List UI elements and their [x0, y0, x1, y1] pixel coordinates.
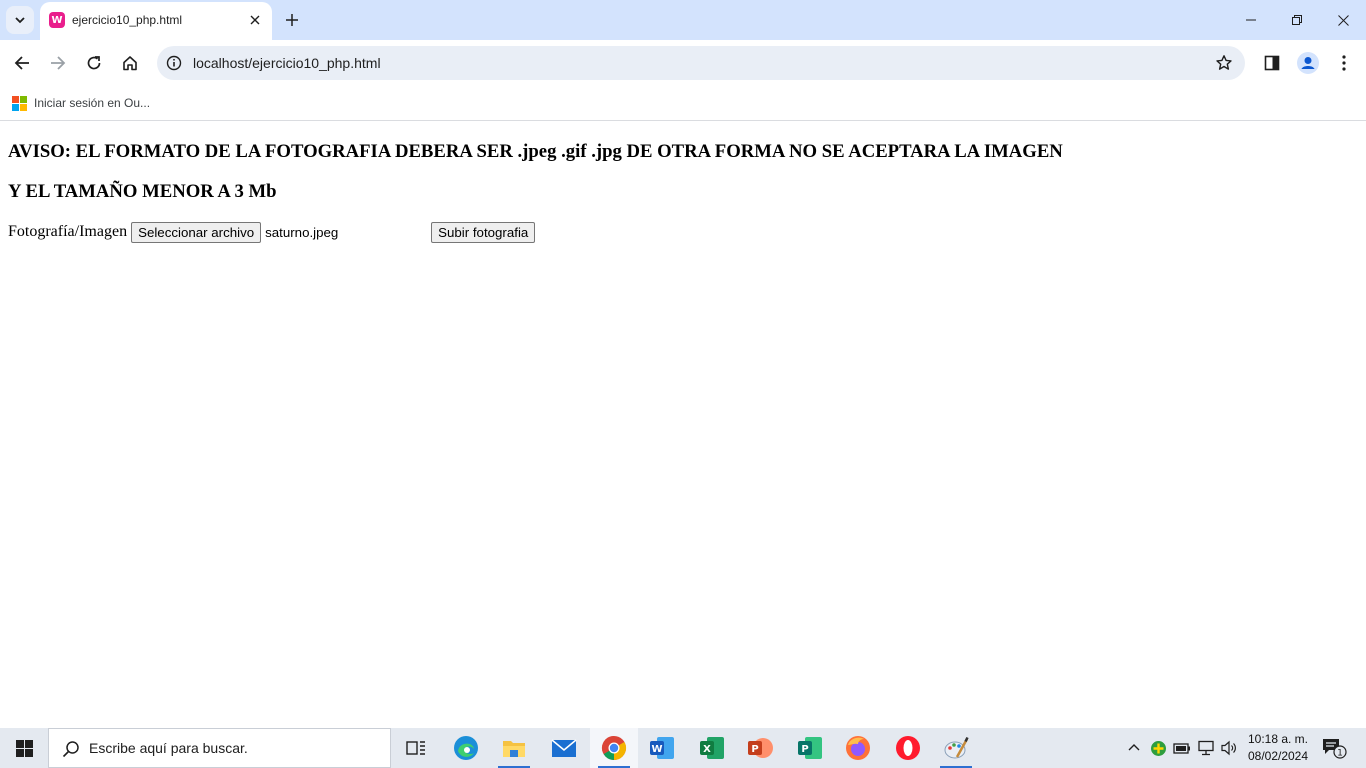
- tab-search-button[interactable]: [6, 6, 34, 34]
- word-app[interactable]: W: [638, 728, 686, 768]
- clock-date: 08/02/2024: [1247, 749, 1309, 763]
- chevron-down-icon: [15, 17, 25, 24]
- task-view-button[interactable]: [392, 728, 440, 768]
- site-info-icon[interactable]: [165, 54, 183, 72]
- home-button[interactable]: [116, 49, 144, 77]
- windows-taskbar: Escribe aquí para buscar. W X P P 10:18 …: [0, 728, 1366, 768]
- reload-icon: [87, 56, 101, 70]
- format-notice: AVISO: EL FORMATO DE LA FOTOGRAFIA DEBER…: [8, 141, 1063, 162]
- bookmark-star-icon[interactable]: [1215, 54, 1233, 72]
- excel-app[interactable]: X: [688, 728, 736, 768]
- search-placeholder: Escribe aquí para buscar.: [89, 740, 248, 756]
- minimize-button[interactable]: [1228, 0, 1274, 40]
- powerpoint-icon: P: [748, 738, 773, 758]
- speaker-icon: [1221, 740, 1236, 756]
- network-icon: [1198, 740, 1214, 756]
- tab-close-button[interactable]: [246, 11, 264, 29]
- arrow-right-icon: [51, 56, 66, 70]
- excel-icon: X: [700, 737, 724, 759]
- clock-time: 10:18 a. m.: [1247, 732, 1309, 746]
- avatar-icon: [1297, 52, 1319, 74]
- svg-text:P: P: [751, 744, 758, 755]
- battery-button[interactable]: [1172, 738, 1192, 758]
- arrow-left-icon: [14, 56, 29, 70]
- back-button[interactable]: [8, 49, 36, 77]
- firefox-icon: [846, 736, 870, 760]
- opera-app[interactable]: [884, 728, 932, 768]
- word-icon: W: [650, 737, 674, 759]
- publisher-icon: P: [798, 737, 822, 759]
- size-notice: Y EL TAMAÑO MENOR A 3 Mb: [8, 181, 277, 202]
- svg-text:P: P: [801, 744, 808, 755]
- windows-logo-icon: [15, 739, 33, 757]
- upload-photo-button[interactable]: Subir fotografia: [431, 221, 536, 243]
- mail-app[interactable]: [540, 728, 588, 768]
- close-icon: [250, 15, 260, 25]
- plus-icon: [286, 14, 298, 26]
- taskbar-search-box[interactable]: Escribe aquí para buscar.: [48, 728, 391, 768]
- network-button[interactable]: [1196, 738, 1216, 758]
- tray-overflow-button[interactable]: [1124, 738, 1144, 758]
- selected-file-name: saturno.jpeg: [265, 224, 339, 240]
- tray-app-button[interactable]: [1148, 738, 1168, 758]
- system-clock[interactable]: 10:18 a. m. 08/02/2024: [1240, 731, 1316, 765]
- edge-app[interactable]: [442, 728, 490, 768]
- notification-center-button[interactable]: 1: [1320, 736, 1348, 760]
- notification-icon: 1: [1323, 739, 1347, 759]
- chevron-up-icon: [1128, 744, 1140, 751]
- side-panel-icon: [1264, 55, 1280, 71]
- chrome-app[interactable]: [590, 728, 638, 768]
- side-panel-button[interactable]: [1258, 49, 1286, 77]
- opera-icon: [896, 736, 920, 760]
- microsoft-logo-icon: [12, 95, 27, 111]
- volume-button[interactable]: [1219, 738, 1239, 758]
- svg-text:W: W: [651, 744, 662, 755]
- page-content: AVISO: EL FORMATO DE LA FOTOGRAFIA DEBER…: [0, 121, 1366, 728]
- bookmark-label: Iniciar sesión en Ou...: [34, 96, 151, 110]
- paint-icon: [944, 736, 969, 759]
- upload-form: Fotografía/Imagen Seleccionar archivo sa…: [8, 221, 536, 243]
- menu-button[interactable]: [1330, 49, 1358, 77]
- tab-strip: W ejercicio10_php.html: [0, 0, 1366, 40]
- wamp-favicon-icon: W: [49, 12, 65, 28]
- chrome-icon: [601, 736, 627, 760]
- home-icon: [123, 56, 137, 71]
- restore-button[interactable]: [1274, 0, 1320, 40]
- profile-button[interactable]: [1294, 49, 1322, 77]
- address-bar[interactable]: localhost/ejercicio10_php.html: [157, 46, 1245, 80]
- browser-tab[interactable]: W ejercicio10_php.html: [40, 2, 272, 40]
- task-view-icon: [406, 741, 425, 755]
- svg-text:X: X: [703, 744, 711, 755]
- notification-count: 1: [1337, 749, 1343, 759]
- battery-icon: [1173, 743, 1190, 754]
- restore-icon: [1292, 15, 1302, 25]
- close-window-button[interactable]: [1320, 0, 1366, 40]
- publisher-app[interactable]: P: [786, 728, 834, 768]
- bookmarks-bar: Iniciar sesión en Ou...: [0, 86, 1366, 121]
- forward-button[interactable]: [44, 49, 72, 77]
- minimize-icon: [1246, 19, 1256, 21]
- start-button[interactable]: [0, 728, 48, 768]
- browser-toolbar: localhost/ejercicio10_php.html: [0, 40, 1366, 86]
- paint-app[interactable]: [932, 728, 980, 768]
- photo-field-label: Fotografía/Imagen: [8, 223, 128, 240]
- choose-file-button[interactable]: Seleccionar archivo: [131, 221, 262, 243]
- url-text[interactable]: localhost/ejercicio10_php.html: [193, 55, 381, 71]
- edge-icon: [454, 736, 478, 760]
- folder-icon: [503, 741, 525, 757]
- search-icon: [61, 739, 81, 759]
- more-vert-icon: [1342, 55, 1346, 71]
- tab-title: ejercicio10_php.html: [72, 13, 183, 27]
- file-explorer-app[interactable]: [490, 728, 538, 768]
- tray-app-icon: [1150, 740, 1166, 756]
- powerpoint-app[interactable]: P: [736, 728, 784, 768]
- reload-button[interactable]: [80, 49, 108, 77]
- close-icon: [1337, 14, 1349, 26]
- bookmark-outlook[interactable]: Iniciar sesión en Ou...: [6, 92, 156, 114]
- firefox-app[interactable]: [834, 728, 882, 768]
- new-tab-button[interactable]: [280, 8, 304, 32]
- mail-icon: [551, 739, 577, 757]
